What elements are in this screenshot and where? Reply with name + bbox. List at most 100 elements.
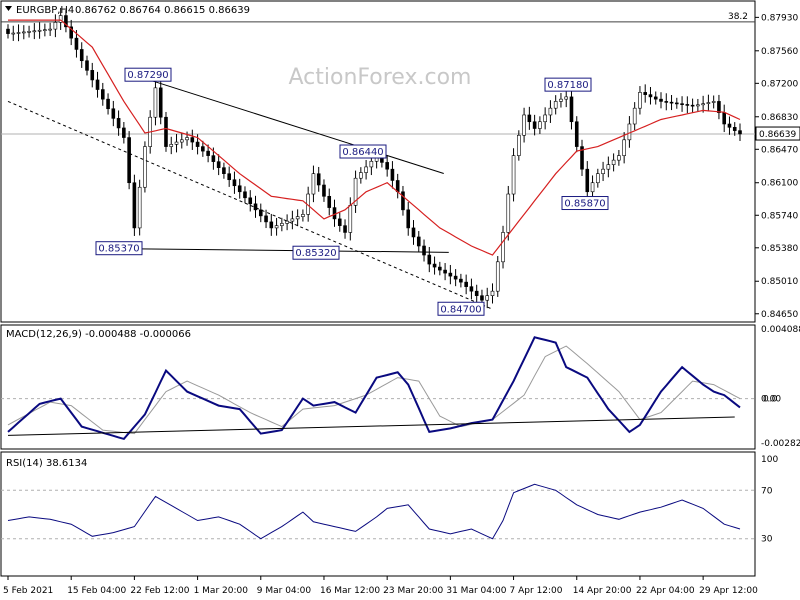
rsi-tick-label: 100 (761, 455, 778, 465)
price-label-text: 0.87180 (547, 80, 588, 91)
time-tick-label: 31 Mar 04:00 (446, 586, 506, 596)
candle-body (438, 266, 442, 271)
candle-body (480, 295, 484, 301)
price-label-text: 0.84700 (440, 304, 481, 315)
candle-body (122, 127, 126, 138)
candle (127, 131, 131, 190)
candle-body (490, 290, 495, 296)
time-tick-label: 1 Mar 20:00 (194, 586, 249, 596)
price-label-text: 0.86440 (342, 147, 383, 158)
candle-body (590, 182, 595, 193)
candle-body (485, 295, 490, 301)
macd-title: MACD(12,26,9) -0.000488 -0.000066 (6, 329, 191, 340)
candle-body (32, 30, 37, 33)
candle-body (411, 227, 416, 238)
candle-body (106, 98, 110, 110)
candle-body (464, 281, 468, 287)
rsi-tick-label: 70 (761, 486, 773, 496)
candle-body (190, 137, 195, 143)
candle (137, 179, 142, 236)
candle-body (316, 173, 321, 186)
candle-body (622, 139, 626, 156)
candle-body (717, 101, 721, 114)
price-tick-label: 0.84650 (761, 310, 798, 320)
price-label-0.85870[interactable]: 0.85870 (561, 196, 609, 211)
candle-body (79, 49, 84, 62)
candle-body (280, 223, 284, 226)
candle-body (538, 121, 542, 129)
chart-canvas: ActionForex.com EURGBP,H4 0.86762 0.8676… (0, 0, 800, 596)
ohlc-readout: 0.86762 0.86764 0.86615 0.86639 (75, 5, 250, 16)
candle-body (264, 215, 268, 223)
candle-body (564, 96, 569, 100)
candle-body (90, 70, 95, 81)
macd-panel[interactable] (0, 324, 756, 450)
rsi-title: RSI(14) 38.6134 (6, 458, 87, 469)
candle-body (100, 89, 105, 100)
candle-body (522, 114, 526, 136)
candle (164, 111, 168, 152)
candle-body (469, 286, 474, 292)
candle-body (680, 103, 684, 105)
time-tick-label: 5 Feb 2021 (3, 586, 53, 596)
price-label-text: 0.85870 (564, 199, 605, 210)
candle-body (222, 167, 226, 174)
candle-body (127, 137, 131, 184)
candle-body (116, 118, 121, 129)
rsi-panel[interactable] (0, 451, 756, 577)
candle-body (443, 269, 447, 274)
candle-body (406, 209, 411, 229)
candle-body (585, 168, 590, 193)
candle-body (675, 102, 679, 105)
candle-body (501, 232, 505, 263)
candle-body (401, 191, 405, 211)
price-label-0.84700[interactable]: 0.84700 (437, 301, 485, 316)
candle (574, 116, 579, 153)
time-tick-label: 7 Apr 12:00 (510, 586, 563, 596)
candle-body (448, 272, 453, 277)
price-tick-label: 0.87200 (761, 79, 798, 89)
price-tick-label: 0.85740 (761, 211, 798, 221)
candle-body (153, 87, 158, 118)
time-tick-label: 22 Feb 12:00 (130, 586, 189, 596)
candle-body (685, 104, 690, 106)
candle-body (137, 186, 142, 229)
candle-body (427, 254, 432, 265)
time-tick-label: 15 Feb 04:00 (67, 586, 126, 596)
candle-body (690, 104, 695, 107)
price-label-text: 0.87290 (127, 70, 168, 81)
price-label-0.87180[interactable]: 0.87180 (544, 77, 592, 92)
price-label-0.85320[interactable]: 0.85320 (292, 245, 340, 260)
candle-body (16, 32, 21, 34)
candle-body (669, 101, 674, 104)
chart-window: ActionForex.com EURGBP,H4 0.86762 0.8676… (0, 0, 800, 600)
price-label-0.86440[interactable]: 0.86440 (339, 144, 387, 159)
time-tick-label: 23 Mar 20:00 (383, 586, 443, 596)
candle-body (611, 159, 616, 165)
candle-body (369, 160, 374, 168)
candle-body (701, 103, 705, 106)
candle-body (348, 205, 353, 233)
candle-body (596, 173, 600, 184)
candle-body (337, 218, 342, 226)
candle-body (227, 173, 231, 181)
time-tick-label: 16 Mar 12:00 (320, 586, 380, 596)
candle-body (569, 96, 574, 123)
candle-body (322, 184, 326, 197)
macd-tick-label: -0.00282 (761, 439, 800, 449)
candle (506, 185, 511, 241)
candle-body (85, 60, 89, 71)
price-label-0.85370[interactable]: 0.85370 (95, 241, 143, 256)
candle-body (727, 123, 732, 128)
candle-body (432, 263, 437, 268)
candle-body (332, 207, 337, 220)
candle-body (574, 121, 579, 147)
candle-body (327, 195, 332, 208)
candle-body (232, 179, 237, 187)
candle-body (511, 155, 516, 195)
candle-body (343, 225, 347, 233)
price-label-0.87290[interactable]: 0.87290 (124, 67, 172, 82)
candle-body (359, 172, 363, 179)
candle-body (722, 112, 727, 125)
candle-body (185, 137, 189, 141)
